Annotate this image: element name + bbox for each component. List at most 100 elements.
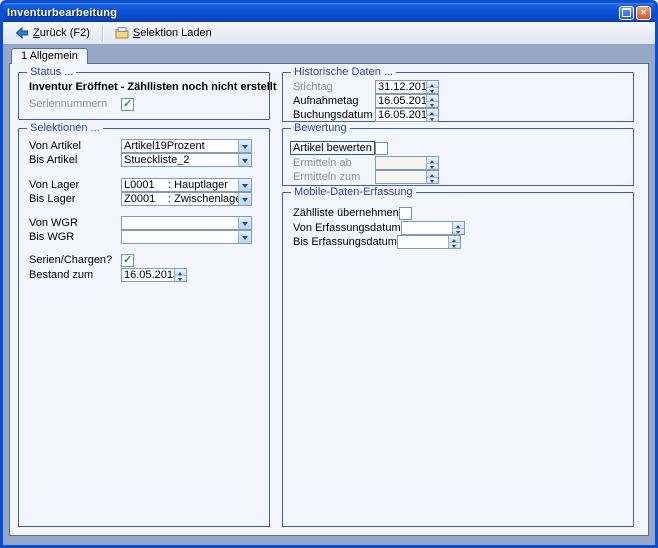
back-button-label: Zurück (F2): [33, 27, 90, 39]
von-wgr-combobox[interactable]: [121, 216, 252, 230]
dropdown-arrow-icon[interactable]: [238, 231, 251, 243]
bis-artikel-value: Stueckliste_2: [122, 154, 238, 166]
dropdown-arrow-icon[interactable]: [238, 154, 251, 166]
von-lager-combobox[interactable]: L0001 : Hauptlager: [121, 178, 252, 192]
ermitteln-ab-label: Ermitteln ab: [293, 157, 375, 169]
buchungsdatum-value: 16.05.2013 /Do: [376, 109, 426, 121]
close-window-icon[interactable]: [636, 6, 651, 20]
date-spinner: [426, 109, 438, 121]
aufnahmetag-value: 16.05.2013 /Do: [376, 95, 426, 107]
bis-wgr-row: Bis WGR: [19, 230, 269, 244]
von-erfassungsdatum-label: Von Erfassungsdatum: [293, 222, 401, 234]
toolbar: Zurück (F2) Selektion Laden: [3, 22, 655, 45]
bewertung-group-title: Bewertung: [291, 122, 350, 134]
spin-down-icon[interactable]: [427, 102, 438, 108]
von-wgr-row: Von WGR: [19, 216, 269, 230]
date-spinner: [426, 171, 438, 183]
von-lager-row: Von Lager L0001 : Hauptlager: [19, 178, 269, 192]
dropdown-arrow-icon[interactable]: [238, 179, 251, 191]
spin-down-icon[interactable]: [427, 88, 438, 94]
window-title: Inventurbearbeitung: [7, 7, 617, 19]
dropdown-arrow-icon[interactable]: [238, 217, 251, 229]
back-button[interactable]: Zurück (F2): [8, 23, 97, 43]
bis-lager-code: Z0001: [122, 193, 166, 205]
von-wgr-value: [122, 217, 238, 229]
mobile-group-title: Mobile-Daten-Erfassung: [291, 186, 416, 198]
bis-lager-row: Bis Lager Z0001 : Zwischenlager: [19, 192, 269, 206]
spin-down-icon[interactable]: [427, 178, 438, 184]
bis-artikel-combobox[interactable]: Stueckliste_2: [121, 153, 252, 167]
buchungsdatum-datefield[interactable]: 16.05.2013 /Do: [375, 108, 439, 122]
artikel-bewerten-checkbox[interactable]: [375, 142, 388, 155]
tab-allgemein[interactable]: 1 Allgemein: [11, 48, 88, 64]
stichtag-datefield[interactable]: 31.12.2013 /Di: [375, 80, 439, 94]
bis-erfassungsdatum-row: Bis Erfassungsdatum: [283, 235, 633, 249]
stichtag-label: Stichtag: [293, 81, 375, 93]
status-message: Inventur Eröffnet - Zähllisten noch nich…: [19, 81, 269, 93]
bis-lager-label: Bis Lager: [29, 193, 121, 205]
dropdown-arrow-icon[interactable]: [238, 140, 251, 152]
ermitteln-zum-row: Ermitteln zum: [283, 170, 633, 184]
seriennummern-row: Seriennummern: [19, 97, 269, 111]
bestand-zum-row: Bestand zum 16.05.2013 /Do: [19, 268, 269, 282]
tab-row: 1 Allgemein: [9, 48, 649, 64]
date-spinner: [448, 236, 460, 248]
selektionen-group: Selektionen ... Von Artikel Artikel19Pro…: [18, 128, 270, 527]
bis-wgr-combobox[interactable]: [121, 230, 252, 244]
selektionen-group-title: Selektionen ...: [27, 122, 103, 134]
workspace: 1 Allgemein Status ... Inventur Eröffnet…: [3, 45, 655, 545]
load-selection-button[interactable]: Selektion Laden: [108, 23, 219, 43]
bestand-zum-datefield[interactable]: 16.05.2013 /Do: [121, 268, 187, 282]
buchungsdatum-row: Buchungsdatum 16.05.2013 /Do: [283, 108, 633, 122]
serien-chargen-label: Serien/Chargen?: [29, 254, 121, 266]
buchungsdatum-label: Buchungsdatum: [293, 109, 375, 121]
content-panel: Status ... Inventur Eröffnet - Zählliste…: [9, 63, 649, 536]
spin-down-icon[interactable]: [449, 243, 460, 249]
load-selection-icon: [115, 26, 129, 40]
bewertung-group: Bewertung Artikel bewerten Ermitteln ab …: [282, 128, 634, 186]
spin-down-icon[interactable]: [453, 229, 464, 235]
load-label-rest: elektion Laden: [140, 27, 212, 39]
back-arrow-icon: [15, 26, 29, 40]
historische-daten-group-title: Historische Daten ...: [291, 66, 396, 78]
ermitteln-zum-value: [376, 171, 426, 183]
ermitteln-ab-datefield[interactable]: [375, 156, 439, 170]
dropdown-arrow-icon[interactable]: [238, 193, 251, 205]
status-group-title: Status ...: [27, 66, 76, 78]
bis-wgr-label: Bis WGR: [29, 231, 121, 243]
bis-erfassungsdatum-value: [398, 236, 448, 248]
von-artikel-combobox[interactable]: Artikel19Prozent: [121, 139, 252, 153]
seriennummern-label: Seriennummern: [29, 98, 121, 110]
von-lager-code: L0001: [122, 179, 166, 191]
seriennummern-checkbox[interactable]: [121, 98, 134, 111]
zaehlliste-label: Zählliste übernehmen: [293, 207, 399, 219]
aufnahmetag-label: Aufnahmetag: [293, 95, 375, 107]
aufnahmetag-datefield[interactable]: 16.05.2013 /Do: [375, 94, 439, 108]
spin-down-icon[interactable]: [427, 164, 438, 170]
von-artikel-label: Von Artikel: [29, 140, 121, 152]
von-erfassungsdatum-row: Von Erfassungsdatum: [283, 221, 633, 235]
date-spinner: [452, 222, 464, 234]
artikel-bewerten-label: Artikel bewerten: [293, 142, 375, 154]
load-button-label: Selektion Laden: [133, 27, 212, 39]
restore-window-icon[interactable]: [619, 6, 634, 20]
back-label-accel: Z: [33, 27, 40, 39]
toolbar-separator: [102, 25, 103, 41]
zaehlliste-checkbox[interactable]: [399, 207, 412, 220]
artikel-bewerten-row: Artikel bewerten: [283, 141, 633, 155]
bis-lager-combobox[interactable]: Z0001 : Zwischenlager: [121, 192, 252, 206]
bis-artikel-label: Bis Artikel: [29, 154, 121, 166]
titlebar[interactable]: Inventurbearbeitung: [3, 3, 655, 22]
serien-chargen-checkbox[interactable]: [121, 254, 134, 267]
ermitteln-zum-datefield[interactable]: [375, 170, 439, 184]
bis-artikel-row: Bis Artikel Stueckliste_2: [19, 153, 269, 167]
von-erfassungsdatum-datefield[interactable]: [401, 221, 465, 235]
spin-down-icon[interactable]: [175, 276, 186, 282]
von-erfassungsdatum-value: [402, 222, 452, 234]
artikel-bewerten-label-text: Artikel bewerten: [290, 141, 375, 155]
ermitteln-zum-label: Ermitteln zum: [293, 171, 375, 183]
von-wgr-label: Von WGR: [29, 217, 121, 229]
mobile-daten-erfassung-group: Mobile-Daten-Erfassung Zählliste überneh…: [282, 192, 634, 527]
spin-down-icon[interactable]: [427, 116, 438, 122]
bis-erfassungsdatum-datefield[interactable]: [397, 235, 461, 249]
